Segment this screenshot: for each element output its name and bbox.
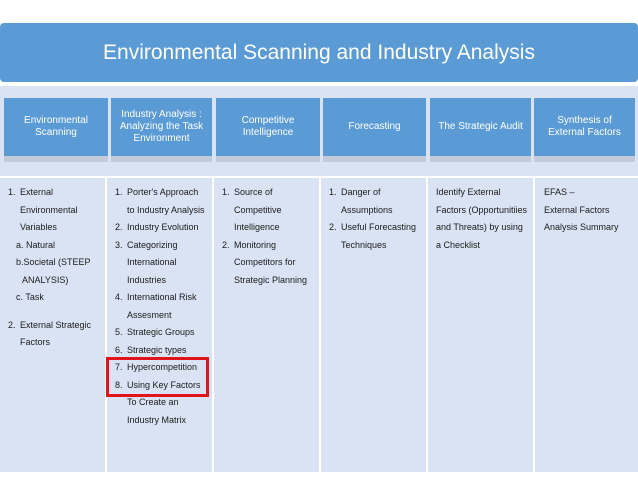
sub-item: a. Natural bbox=[16, 239, 56, 250]
env-scanning-list-2: External Strategic Factors bbox=[6, 317, 101, 352]
phase-forecasting: Forecasting bbox=[323, 98, 426, 162]
list-item: Porter's Approach to Industry Analysis bbox=[125, 184, 208, 219]
variable-sublist: a. Natural b.Societal (STEEP ANALYSIS) c… bbox=[6, 237, 101, 307]
column-synthesis: EFAS – External Factors Analysis Summary bbox=[535, 178, 638, 472]
list-item: Industry Evolution bbox=[125, 219, 208, 237]
list-item: Danger of Assumptions bbox=[339, 184, 422, 219]
list-item: External Strategic Factors bbox=[18, 317, 101, 352]
list-item: International Risk Assesment bbox=[125, 289, 208, 324]
phase-strategic-audit: The Strategic Audit bbox=[430, 98, 531, 162]
forecasting-list: Danger of Assumptions Useful Forecasting… bbox=[327, 184, 422, 254]
diagram-title: Environmental Scanning and Industry Anal… bbox=[0, 23, 638, 82]
list-item: Categorizing International Industries bbox=[125, 237, 208, 290]
phase-synthesis: Synthesis of External Factors bbox=[534, 98, 635, 162]
phase-competitive-intelligence: Competitive Intelligence bbox=[216, 98, 320, 162]
efas-text: EFAS – External Factors Analysis Summary bbox=[544, 187, 619, 232]
sub-item: c. Task bbox=[16, 292, 44, 302]
list-item: Source of Competitive Intelligence bbox=[232, 184, 315, 237]
list-item: Strategic Groups bbox=[125, 324, 208, 342]
column-environmental-scanning: External Environmental Variables a. Natu… bbox=[0, 178, 105, 472]
phase-environmental-scanning: Environmental Scanning bbox=[4, 98, 108, 162]
column-industry-analysis: Porter's Approach to Industry Analysis I… bbox=[107, 178, 212, 472]
sub-item: ANALYSIS) bbox=[22, 274, 69, 285]
list-item: Monitoring Competitors for Strategic Pla… bbox=[232, 237, 315, 290]
phase-industry-analysis: Industry Analysis : Analyzing the Task E… bbox=[111, 98, 212, 162]
env-scanning-list: External Environmental Variables bbox=[6, 184, 101, 237]
list-item: External Environmental Variables bbox=[18, 184, 101, 237]
competitive-intelligence-list: Source of Competitive Intelligence Monit… bbox=[220, 184, 315, 289]
column-competitive-intelligence: Source of Competitive Intelligence Monit… bbox=[214, 178, 319, 472]
column-strategic-audit: Identify External Factors (Opportunitiie… bbox=[428, 178, 533, 472]
strategic-audit-text: Identify External Factors (Opportunitiie… bbox=[436, 187, 528, 250]
list-item: Useful Forecasting Techniques bbox=[339, 219, 422, 254]
highlight-box bbox=[106, 357, 209, 397]
sub-item: b.Societal (STEEP bbox=[16, 257, 91, 267]
column-forecasting: Danger of Assumptions Useful Forecasting… bbox=[321, 178, 426, 472]
